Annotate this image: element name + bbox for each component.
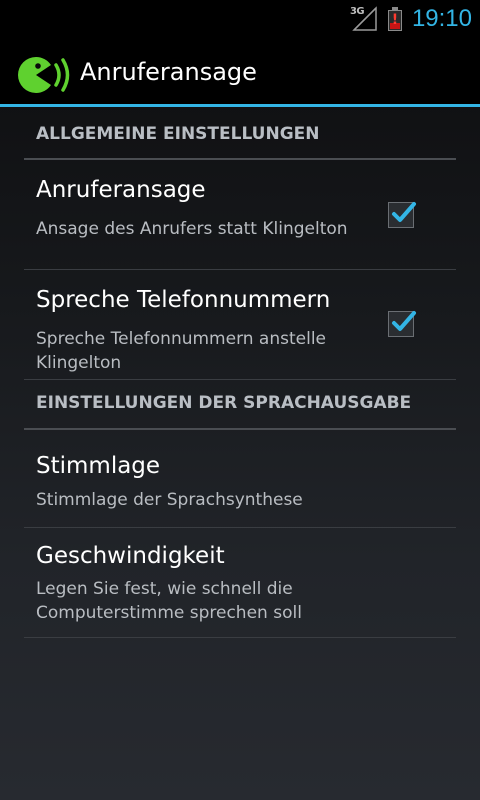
clock: 19:10	[411, 5, 472, 32]
pref-title: Spreche Telefonnummern	[36, 287, 331, 313]
category-label: EINSTELLUNGEN DER SPRACHAUSGABE	[36, 393, 412, 413]
pref-item-geschwindigkeit[interactable]: Geschwindigkeit Legen Sie fest, wie schn…	[24, 528, 456, 638]
checkbox-anruferansage[interactable]	[388, 202, 416, 228]
pref-summary: Ansage des Anrufers statt Klingelton	[36, 219, 348, 239]
action-bar: Anruferansage	[0, 38, 480, 107]
pref-item-spreche-telefonnummern[interactable]: Spreche Telefonnummern Spreche Telefonnu…	[24, 270, 456, 380]
preferences-list: ALLGEMEINE EINSTELLUNGEN Anruferansage A…	[24, 107, 456, 638]
pref-title: Stimmlage	[36, 453, 161, 479]
pref-title: Geschwindigkeit	[36, 543, 225, 569]
pref-summary: Stimmlage der Sprachsynthese	[36, 490, 303, 510]
pref-title: Anruferansage	[36, 177, 206, 203]
pref-summary: Spreche Telefonnummern anstelle Klingelt…	[36, 329, 327, 373]
app-icon[interactable]	[18, 53, 74, 97]
status-bar: 3G ! 19:10	[0, 0, 480, 38]
pref-item-anruferansage[interactable]: Anruferansage Ansage des Anrufers statt …	[24, 160, 456, 270]
category-label: ALLGEMEINE EINSTELLUNGEN	[36, 124, 320, 144]
status-icons: 3G ! 19:10	[350, 0, 472, 38]
check-icon	[392, 202, 416, 222]
pref-item-stimmlage[interactable]: Stimmlage Stimmlage der Sprachsynthese	[24, 430, 456, 528]
check-icon	[392, 311, 416, 331]
category-header-speech: EINSTELLUNGEN DER SPRACHAUSGABE	[24, 380, 456, 430]
battery-alert-mark: !	[391, 12, 399, 28]
battery-icon: !	[387, 7, 402, 31]
signal-icon: 3G	[350, 6, 378, 32]
pref-summary: Legen Sie fest, wie schnell die Computer…	[36, 579, 302, 623]
app-title: Anruferansage	[80, 58, 257, 86]
category-header-general: ALLGEMEINE EINSTELLUNGEN	[24, 107, 456, 160]
checkbox-spreche-telefonnummern[interactable]	[388, 311, 416, 337]
